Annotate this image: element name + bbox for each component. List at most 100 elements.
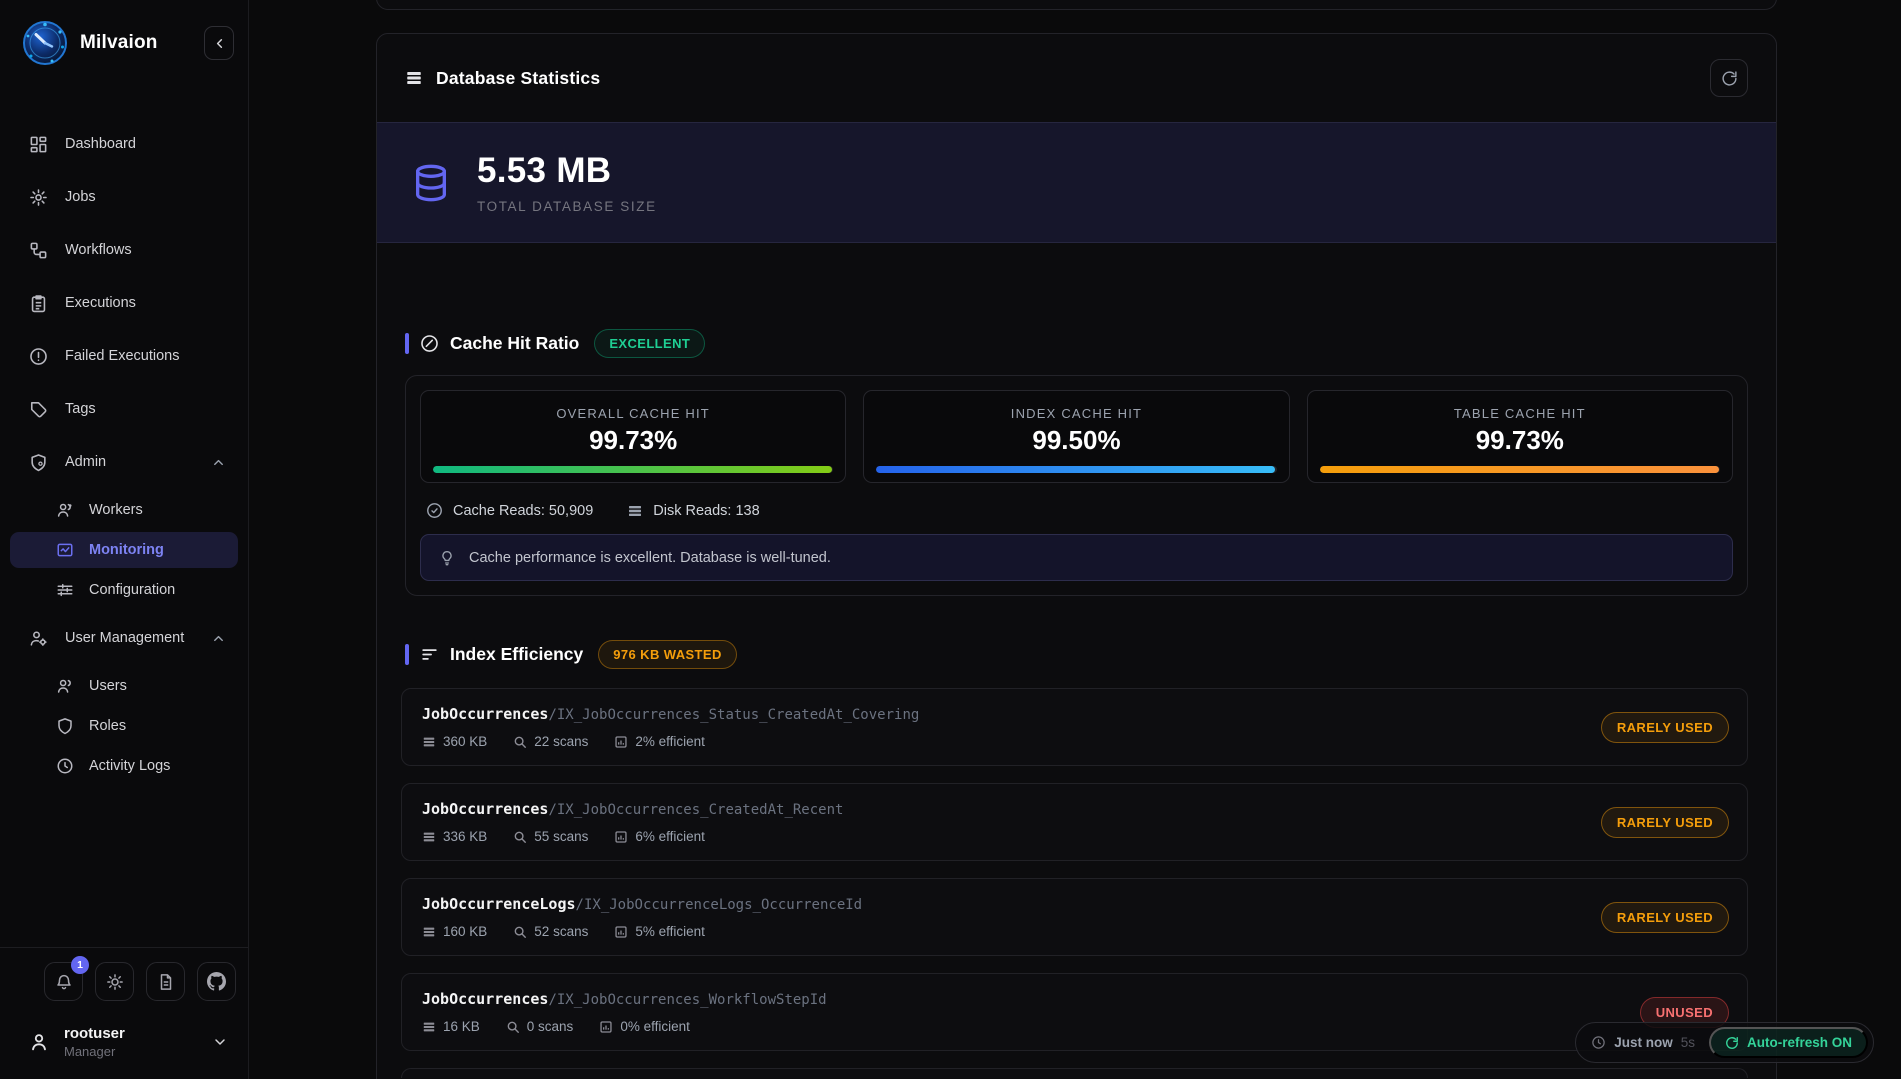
cache-card-label: OVERALL CACHE HIT — [556, 406, 710, 421]
monitoring-chart-icon — [56, 541, 74, 559]
last-refresh-time: Just now 5s — [1591, 1035, 1701, 1050]
sidebar-item-configuration[interactable]: Configuration — [10, 572, 238, 608]
index-table-name: JobOccurrences — [422, 990, 548, 1008]
auto-refresh-icon — [1725, 1036, 1739, 1050]
section-title: Cache Hit Ratio — [450, 333, 579, 354]
sidebar-item-monitoring[interactable]: Monitoring — [10, 532, 238, 568]
cache-status-badge: EXCELLENT — [594, 329, 705, 358]
progress-track — [433, 466, 833, 473]
lightbulb-icon — [439, 550, 455, 566]
index-scans: 52 scans — [534, 924, 588, 939]
cache-hit-ratio-header: Cache Hit Ratio EXCELLENT — [405, 329, 1748, 358]
index-name: /IX_JobOccurrenceLogs_OccurrenceId — [576, 897, 863, 913]
bell-icon — [55, 973, 73, 991]
size-icon — [422, 830, 436, 844]
sidebar-item-admin[interactable]: Admin — [10, 439, 238, 485]
wasted-space-badge: 976 KB WASTED — [598, 640, 737, 669]
auto-refresh-label: Auto-refresh ON — [1747, 1035, 1852, 1050]
index-efficiency-header: Index Efficiency 976 KB WASTED — [405, 640, 1748, 669]
chart-icon — [614, 830, 628, 844]
page-title: Database Statistics — [436, 68, 600, 89]
sidebar-item-users[interactable]: Users — [10, 668, 238, 704]
sidebar-item-label: Dashboard — [65, 136, 136, 152]
brand-title: Milvaion — [80, 32, 158, 54]
sidebar-collapse-button[interactable] — [204, 26, 234, 60]
cache-tip: Cache performance is excellent. Database… — [420, 534, 1733, 581]
cache-card-value: 99.73% — [1476, 425, 1564, 456]
sidebar-item-label: User Management — [65, 630, 184, 646]
refresh-interval: 5s — [1681, 1035, 1695, 1050]
cache-card-label: TABLE CACHE HIT — [1454, 406, 1586, 421]
sidebar-item-executions[interactable]: Executions — [10, 280, 238, 326]
sidebar-item-user-management[interactable]: User Management — [10, 615, 238, 661]
section-title: Index Efficiency — [450, 644, 583, 665]
size-icon — [422, 1020, 436, 1034]
disk-reads-stat: Disk Reads: 138 — [627, 503, 759, 519]
notifications-button[interactable]: 1 — [44, 962, 83, 1001]
index-row-main: JobOccurrenceLogs/IX_JobOccurrenceLogs_O… — [422, 895, 1601, 939]
shield-icon — [56, 717, 74, 735]
sidebar-item-label: Admin — [65, 454, 106, 470]
index-table-name: JobOccurrences — [422, 800, 548, 818]
clipboard-icon — [29, 294, 48, 313]
user-role: Manager — [64, 1044, 125, 1059]
size-icon — [422, 925, 436, 939]
workflow-icon — [29, 241, 48, 260]
user-menu[interactable]: rootuser Manager — [0, 1001, 248, 1079]
sidebar-item-failed-executions[interactable]: Failed Executions — [10, 333, 238, 379]
check-circle-icon — [426, 502, 443, 519]
cache-box: OVERALL CACHE HIT 99.73% INDEX CACHE HIT… — [405, 375, 1748, 596]
sliders-icon — [56, 581, 74, 599]
accent-bar — [405, 333, 409, 354]
sidebar: Milvaion Dashboard Jobs Workflows Execut… — [0, 0, 249, 1079]
users-icon — [56, 501, 74, 519]
total-size-label: TOTAL DATABASE SIZE — [477, 199, 657, 214]
sidebar-item-label: Configuration — [89, 582, 175, 598]
table-cache-hit-card: TABLE CACHE HIT 99.73% — [1307, 390, 1733, 483]
sidebar-item-tags[interactable]: Tags — [10, 386, 238, 432]
document-icon — [157, 973, 175, 991]
sidebar-item-activity-logs[interactable]: Activity Logs — [10, 748, 238, 784]
previous-card-edge — [376, 0, 1777, 10]
github-button[interactable] — [197, 962, 236, 1001]
search-icon — [513, 735, 527, 749]
index-size: 160 KB — [443, 924, 487, 939]
sidebar-item-label: Monitoring — [89, 542, 164, 558]
sidebar-quick-actions: 1 — [0, 962, 248, 1001]
database-icon — [411, 161, 451, 205]
sidebar-item-label: Failed Executions — [65, 348, 179, 364]
sidebar-item-label: Users — [89, 678, 127, 694]
progress-track — [1320, 466, 1720, 473]
sidebar-item-workflows[interactable]: Workflows — [10, 227, 238, 273]
sidebar-item-roles[interactable]: Roles — [10, 708, 238, 744]
index-status-badge: RARELY USED — [1601, 807, 1729, 838]
cache-card-label: INDEX CACHE HIT — [1011, 406, 1142, 421]
chevron-up-icon — [211, 455, 226, 470]
index-size: 16 KB — [443, 1019, 480, 1034]
app-root: Milvaion Dashboard Jobs Workflows Execut… — [0, 0, 1901, 1079]
docs-button[interactable] — [146, 962, 185, 1001]
progress-track — [876, 466, 1276, 473]
progress-fill — [1320, 466, 1719, 473]
index-scans: 55 scans — [534, 829, 588, 844]
sort-lines-icon — [420, 645, 439, 664]
index-efficiency-pct: 6% efficient — [635, 829, 705, 844]
index-cache-hit-card: INDEX CACHE HIT 99.50% — [863, 390, 1289, 483]
auto-refresh-toggle[interactable]: Auto-refresh ON — [1709, 1027, 1868, 1058]
index-size: 360 KB — [443, 734, 487, 749]
search-icon — [506, 1020, 520, 1034]
database-statistics-card: Database Statistics 5.53 MB TOTAL DATABA… — [376, 33, 1777, 1079]
sidebar-item-workers[interactable]: Workers — [10, 492, 238, 528]
index-table-name: JobOccurrenceLogs — [422, 895, 576, 913]
chart-icon — [614, 925, 628, 939]
refresh-time-text: Just now — [1614, 1035, 1673, 1050]
clock-icon — [1591, 1035, 1606, 1050]
alert-circle-icon — [29, 347, 48, 366]
gear-icon — [29, 188, 48, 207]
theme-toggle-button[interactable] — [95, 962, 134, 1001]
chart-icon — [614, 735, 628, 749]
refresh-button[interactable] — [1710, 59, 1748, 97]
chart-icon — [599, 1020, 613, 1034]
sidebar-item-dashboard[interactable]: Dashboard — [10, 121, 238, 167]
sidebar-item-jobs[interactable]: Jobs — [10, 174, 238, 220]
